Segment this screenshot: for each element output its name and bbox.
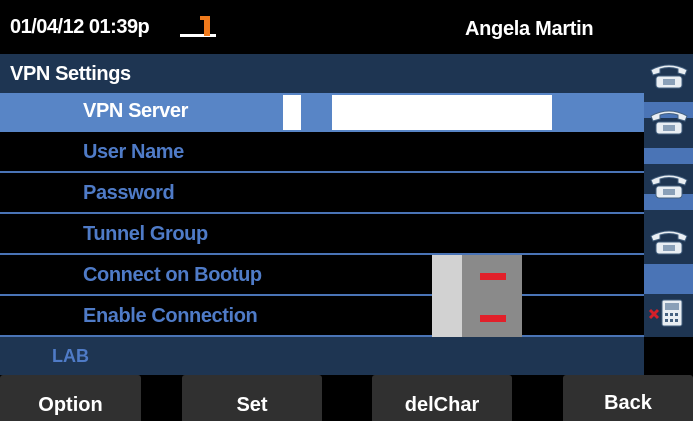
- connect-on-bootup-toggle[interactable]: [432, 255, 522, 297]
- offhook-handset-icon: [180, 16, 216, 37]
- datetime: 01/04/12 01:39p: [10, 16, 150, 38]
- info-bar: LAB: [0, 337, 644, 375]
- set-softkey[interactable]: Set: [182, 375, 322, 421]
- page-title-bar: VPN Settings: [0, 54, 644, 93]
- option-softkey[interactable]: Option: [0, 375, 141, 421]
- vpn-server-input[interactable]: [332, 95, 552, 130]
- row-label: Password: [83, 182, 175, 204]
- line-buttons-column: [644, 54, 693, 337]
- status-bar: 01/04/12 01:39p Angela Martin: [0, 0, 693, 54]
- phone-line-icon[interactable]: [649, 226, 689, 256]
- user-name: Angela Martin: [465, 18, 594, 40]
- row-password[interactable]: Password: [0, 175, 644, 214]
- phone-line-icon[interactable]: [649, 60, 689, 90]
- row-tunnel-group[interactable]: Tunnel Group: [0, 216, 644, 255]
- toggle-off-indicator: [480, 315, 506, 322]
- phone-line-icon[interactable]: [649, 106, 689, 136]
- row-label: VPN Server: [83, 100, 188, 122]
- row-label: User Name: [83, 141, 184, 163]
- row-vpn-server[interactable]: VPN Server: [0, 93, 644, 132]
- back-softkey[interactable]: Back: [563, 375, 693, 421]
- toggle-off-indicator: [480, 273, 506, 280]
- row-label: Tunnel Group: [83, 223, 208, 245]
- row-user-name[interactable]: User Name: [0, 134, 644, 173]
- enable-connection-toggle[interactable]: [432, 297, 522, 339]
- vpn-server-cursor-block: [283, 95, 301, 130]
- info-text: LAB: [52, 346, 89, 366]
- row-label: Enable Connection: [83, 305, 258, 327]
- page-title: VPN Settings: [10, 63, 131, 85]
- softkey-bar: Option Set delChar Back: [0, 375, 693, 421]
- phone-unregistered-icon[interactable]: [648, 298, 688, 328]
- phone-line-icon[interactable]: [649, 170, 689, 200]
- row-label: Connect on Bootup: [83, 264, 262, 286]
- phone-screen: 01/04/12 01:39p Angela Martin VPN Settin…: [0, 0, 693, 421]
- row-enable-connection[interactable]: Enable Connection: [0, 298, 644, 337]
- delchar-softkey[interactable]: delChar: [372, 375, 512, 421]
- row-connect-on-bootup[interactable]: Connect on Bootup: [0, 257, 644, 296]
